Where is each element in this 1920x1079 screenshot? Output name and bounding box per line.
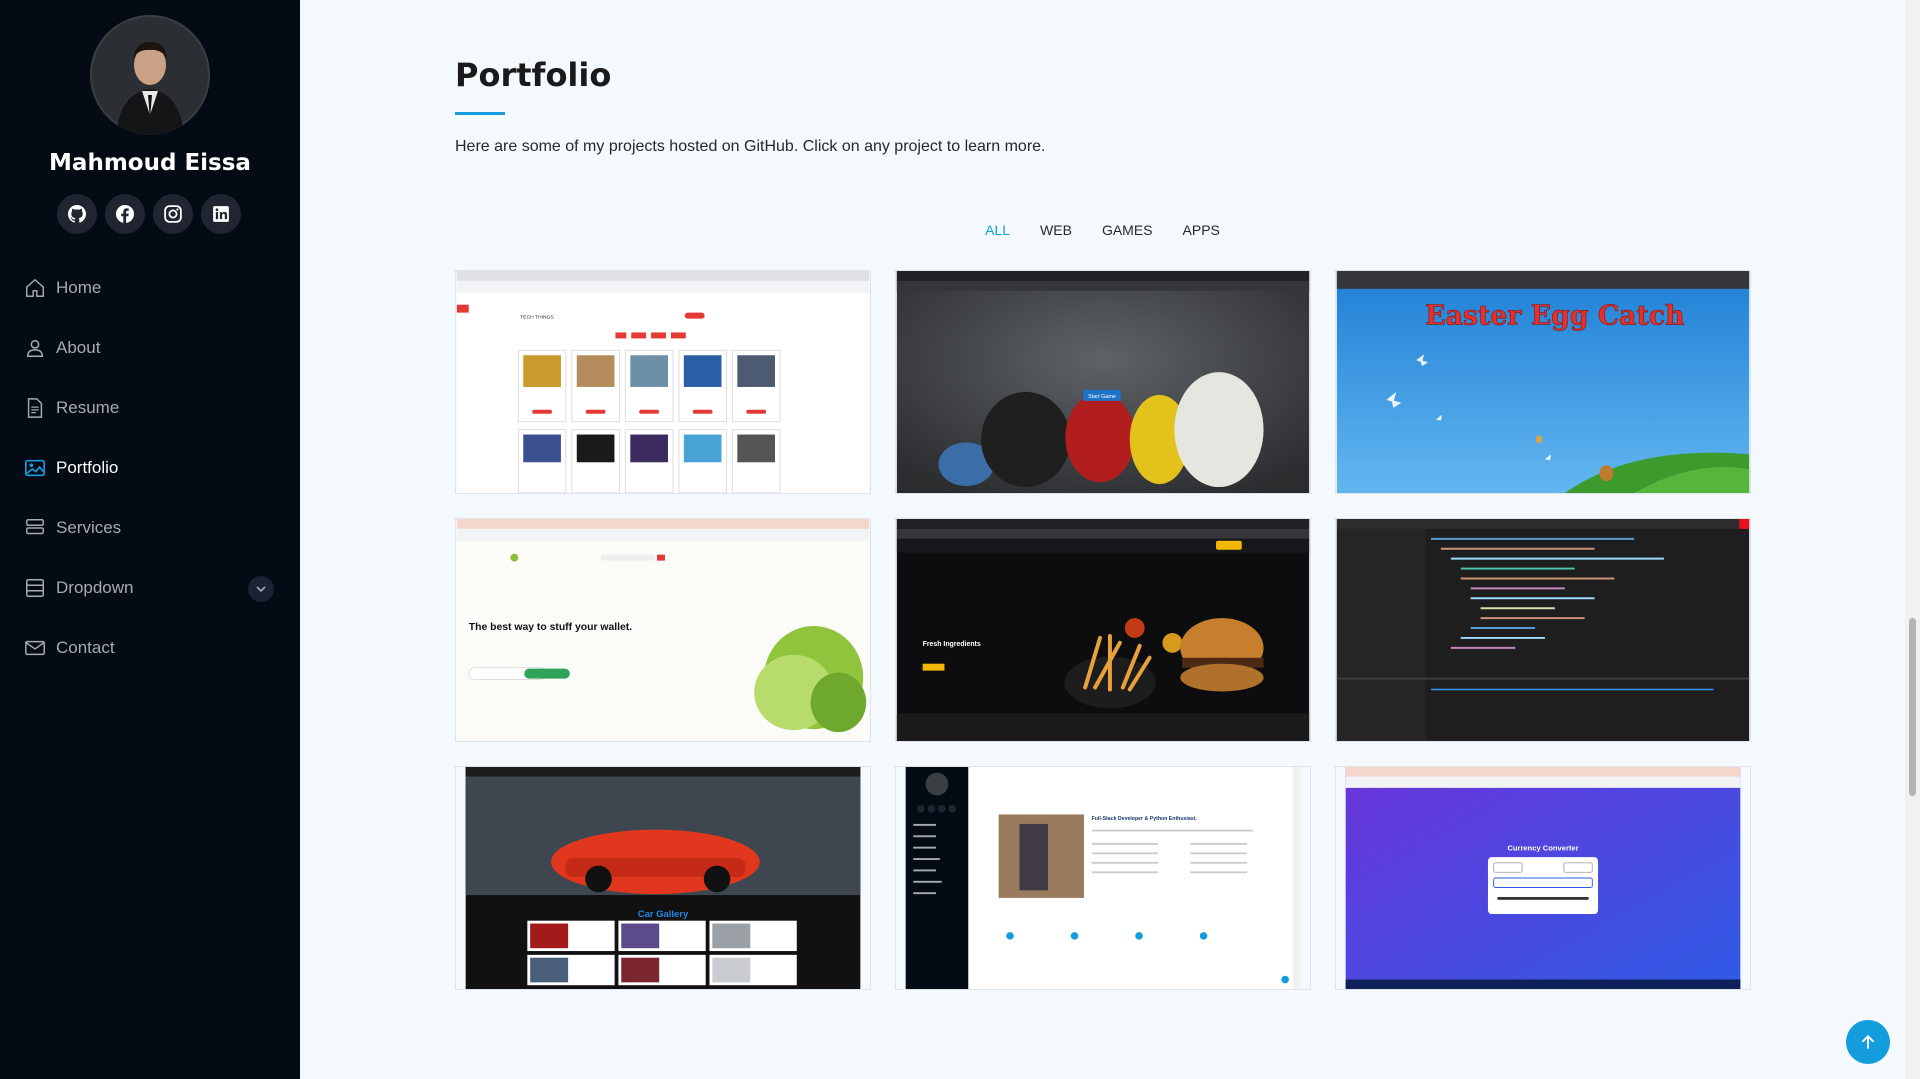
instagram-link[interactable]	[153, 194, 193, 234]
nav-item-resume[interactable]: Resume	[0, 378, 300, 438]
grocery-headline: The best way to stuff your wallet.	[469, 622, 633, 633]
portfolio-site-screenshot: Full-Stack Developer & Python Enthusiast…	[905, 767, 1301, 989]
portfolio-item-currency-converter[interactable]: Currency Converter	[1335, 766, 1751, 990]
nav-label-contact: Contact	[56, 638, 115, 657]
scrollbar-thumb[interactable]	[1909, 618, 1916, 796]
github-icon	[68, 205, 86, 223]
nav-item-contact[interactable]: Contact	[0, 618, 300, 678]
person-icon	[24, 337, 46, 359]
portfolio-section: Portfolio Here are some of my projects h…	[300, 0, 1905, 1079]
nav-label-services: Services	[56, 518, 122, 537]
nav-item-home[interactable]: Home	[0, 258, 300, 318]
hdd-stack-icon	[24, 517, 46, 539]
restaurant-headline: Fresh Ingredients	[923, 641, 981, 648]
page-scrollbar[interactable]	[1905, 0, 1920, 1079]
file-icon	[24, 397, 46, 419]
portfolio-item-easter-egg[interactable]: Easter Egg Catch	[1335, 270, 1751, 494]
portfolio-item-portfolio-site[interactable]: Full-Stack Developer & Python Enthusiast…	[895, 766, 1311, 990]
easter-egg-screenshot: Easter Egg Catch	[1336, 271, 1750, 493]
arrow-up-icon	[1862, 1035, 1874, 1049]
instagram-icon	[164, 205, 182, 223]
nav-item-dropdown[interactable]: Dropdown	[0, 558, 300, 618]
nav-label-portfolio: Portfolio	[56, 458, 119, 477]
house-icon	[24, 277, 46, 299]
images-icon	[24, 457, 46, 479]
linkedin-icon	[213, 206, 229, 222]
car-gallery-screenshot: Car Gallery	[465, 767, 861, 989]
shop-screenshot: TECH THINGS	[456, 271, 870, 493]
menu-icon	[24, 577, 46, 599]
back-to-top-button[interactable]	[1846, 1020, 1890, 1064]
nav-label-about: About	[56, 338, 101, 357]
facebook-link[interactable]	[105, 194, 145, 234]
portfolio-filters: ALL WEB GAMES APPS	[300, 222, 1905, 238]
main-nav: Home About Resume Portfolio Services Dro…	[0, 258, 300, 678]
linkedin-link[interactable]	[201, 194, 241, 234]
filter-games[interactable]: GAMES	[1098, 222, 1157, 238]
portfolio-item-grocery[interactable]: The best way to stuff your wallet.	[455, 518, 871, 742]
code-editor-screenshot	[1336, 519, 1750, 741]
nav-label-home: Home	[56, 278, 102, 297]
currency-converter-title: Currency Converter	[1507, 843, 1578, 852]
section-title: Portfolio	[455, 56, 612, 94]
portfolio-item-code-editor[interactable]	[1335, 518, 1751, 742]
portfolio-item-birds-game[interactable]: Start Game	[895, 270, 1311, 494]
filter-apps[interactable]: APPS	[1179, 222, 1224, 238]
profile-name: Mahmoud Eissa	[49, 150, 251, 176]
section-description: Here are some of my projects hosted on G…	[455, 138, 1046, 155]
easter-game-title: Easter Egg Catch	[1425, 301, 1684, 332]
currency-converter-screenshot: Currency Converter	[1345, 767, 1741, 989]
nav-item-portfolio[interactable]: Portfolio	[0, 438, 300, 498]
filter-all[interactable]: ALL	[981, 222, 1014, 238]
envelope-icon	[24, 637, 46, 659]
filter-web[interactable]: WEB	[1036, 222, 1076, 238]
sidebar: Mahmoud Eissa Home About Resume Portfoli…	[0, 0, 300, 1079]
portfolio-item-car-gallery[interactable]: Car Gallery	[455, 766, 871, 990]
chevron-down-icon[interactable]	[248, 576, 274, 602]
github-link[interactable]	[57, 194, 97, 234]
facebook-icon	[116, 205, 134, 223]
birds-game-screenshot: Start Game	[896, 271, 1310, 493]
shop-brand: TECH THINGS	[520, 315, 554, 321]
nav-item-about[interactable]: About	[0, 318, 300, 378]
nav-label-dropdown: Dropdown	[56, 578, 134, 597]
start-game-label: Start Game	[1088, 394, 1116, 400]
nav-label-resume: Resume	[56, 398, 120, 417]
social-links	[57, 194, 241, 234]
portfolio-item-restaurant[interactable]: Fresh Ingredients	[895, 518, 1311, 742]
avatar	[90, 15, 210, 135]
portfolio-site-headline: Full-Stack Developer & Python Enthusiast…	[1092, 816, 1198, 822]
title-underline	[455, 112, 505, 115]
car-gallery-title: Car Gallery	[638, 909, 689, 920]
nav-item-services[interactable]: Services	[0, 498, 300, 558]
grocery-screenshot: The best way to stuff your wallet.	[456, 519, 870, 741]
portfolio-item-shop[interactable]: TECH THINGS	[455, 270, 871, 494]
restaurant-screenshot: Fresh Ingredients	[896, 519, 1310, 741]
